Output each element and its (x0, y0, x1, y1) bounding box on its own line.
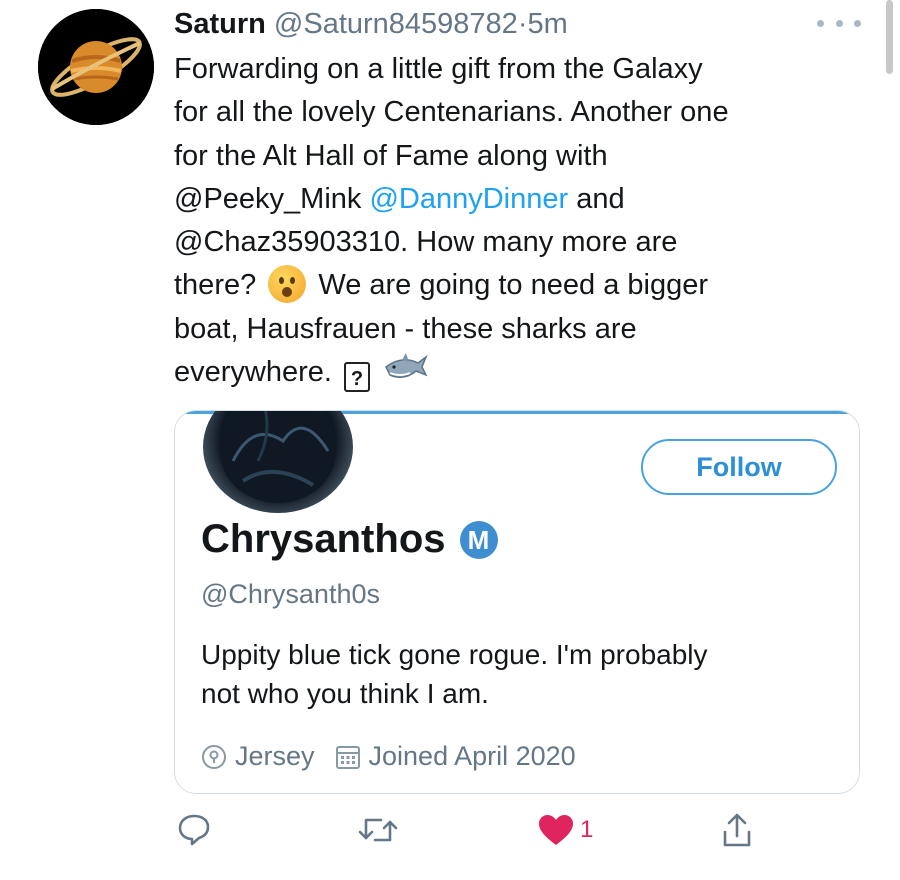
tweet-word: there? (174, 269, 257, 302)
profile-card[interactable]: Follow Chrysanthos M @Chrysanth0s Uppity… (174, 410, 860, 794)
tweet-word: and (576, 182, 625, 215)
tweet-line: there? We are going to need a bigger (174, 264, 874, 307)
follow-button[interactable]: Follow (641, 439, 837, 495)
tweet-word: everywhere. (174, 356, 332, 389)
profile-avatar[interactable] (203, 411, 353, 513)
tweet-line: for the Alt Hall of Fame along with (174, 139, 608, 172)
tweet-text: Forwarding on a little gift from the Gal… (174, 48, 874, 394)
separator-dot: · (517, 8, 528, 40)
profile-location: Jersey (235, 741, 315, 771)
tweet-line: boat, Hausfrauen - these sharks are (174, 312, 637, 345)
profile-bio: Uppity blue tick gone rogue. I'm probabl… (201, 635, 821, 713)
tweet-line: for all the lovely Centenarians. Another… (174, 96, 729, 129)
author-avatar[interactable] (38, 9, 154, 125)
reply-icon (178, 814, 210, 846)
tweet-header: Saturn @Saturn84598782·5m (174, 4, 568, 44)
mention-peeky-mink[interactable]: @Peeky_Mink (174, 183, 361, 215)
retweet-button[interactable] (357, 814, 399, 846)
saturn-planet-icon (38, 9, 154, 125)
share-icon (723, 813, 751, 847)
location-pin-icon (201, 744, 227, 770)
profile-meta: Jersey Joined April 2020 (201, 741, 576, 772)
calendar-icon (335, 744, 361, 770)
tweet-line: Forwarding on a little gift from the Gal… (174, 53, 703, 85)
mention-danny-dinner[interactable]: @DannyDinner (369, 183, 568, 215)
badge-m-icon: M (459, 520, 498, 559)
profile-joined: Joined April 2020 (368, 741, 576, 771)
profile-handle[interactable]: @Chrysanth0s (201, 579, 380, 610)
author-handle[interactable]: @Saturn84598782 (274, 8, 518, 40)
missing-glyph-icon: ? (344, 362, 371, 393)
author-name[interactable]: Saturn (174, 8, 266, 40)
tweet-word: We are going to need a bigger (318, 269, 708, 302)
retweet-icon (358, 818, 398, 842)
tweet-line: everywhere. ? (174, 351, 874, 394)
profile-name-row: Chrysanthos M (201, 517, 498, 562)
like-button[interactable]: 1 (538, 814, 593, 846)
tweet-time[interactable]: 5m (528, 8, 568, 40)
share-button[interactable] (722, 812, 752, 848)
bio-line: not who you think I am. (201, 678, 489, 709)
more-options-icon[interactable] (817, 12, 861, 34)
tweet-line: @Peeky_Mink @DannyDinner and (174, 178, 874, 221)
shark-emoji-icon (385, 353, 428, 379)
heart-icon (539, 815, 573, 845)
hushed-face-emoji-icon (268, 265, 307, 304)
profile-display-name[interactable]: Chrysanthos (201, 517, 446, 562)
bio-line: Uppity blue tick gone rogue. I'm probabl… (201, 639, 708, 670)
tweet-line: @Chaz35903310. How many more are (174, 226, 678, 259)
reply-button[interactable] (177, 812, 211, 846)
profile-avatar-image (220, 411, 336, 503)
tweet-action-bar: 1 (0, 812, 900, 862)
scrollbar[interactable] (886, 0, 893, 74)
like-count: 1 (580, 816, 594, 843)
